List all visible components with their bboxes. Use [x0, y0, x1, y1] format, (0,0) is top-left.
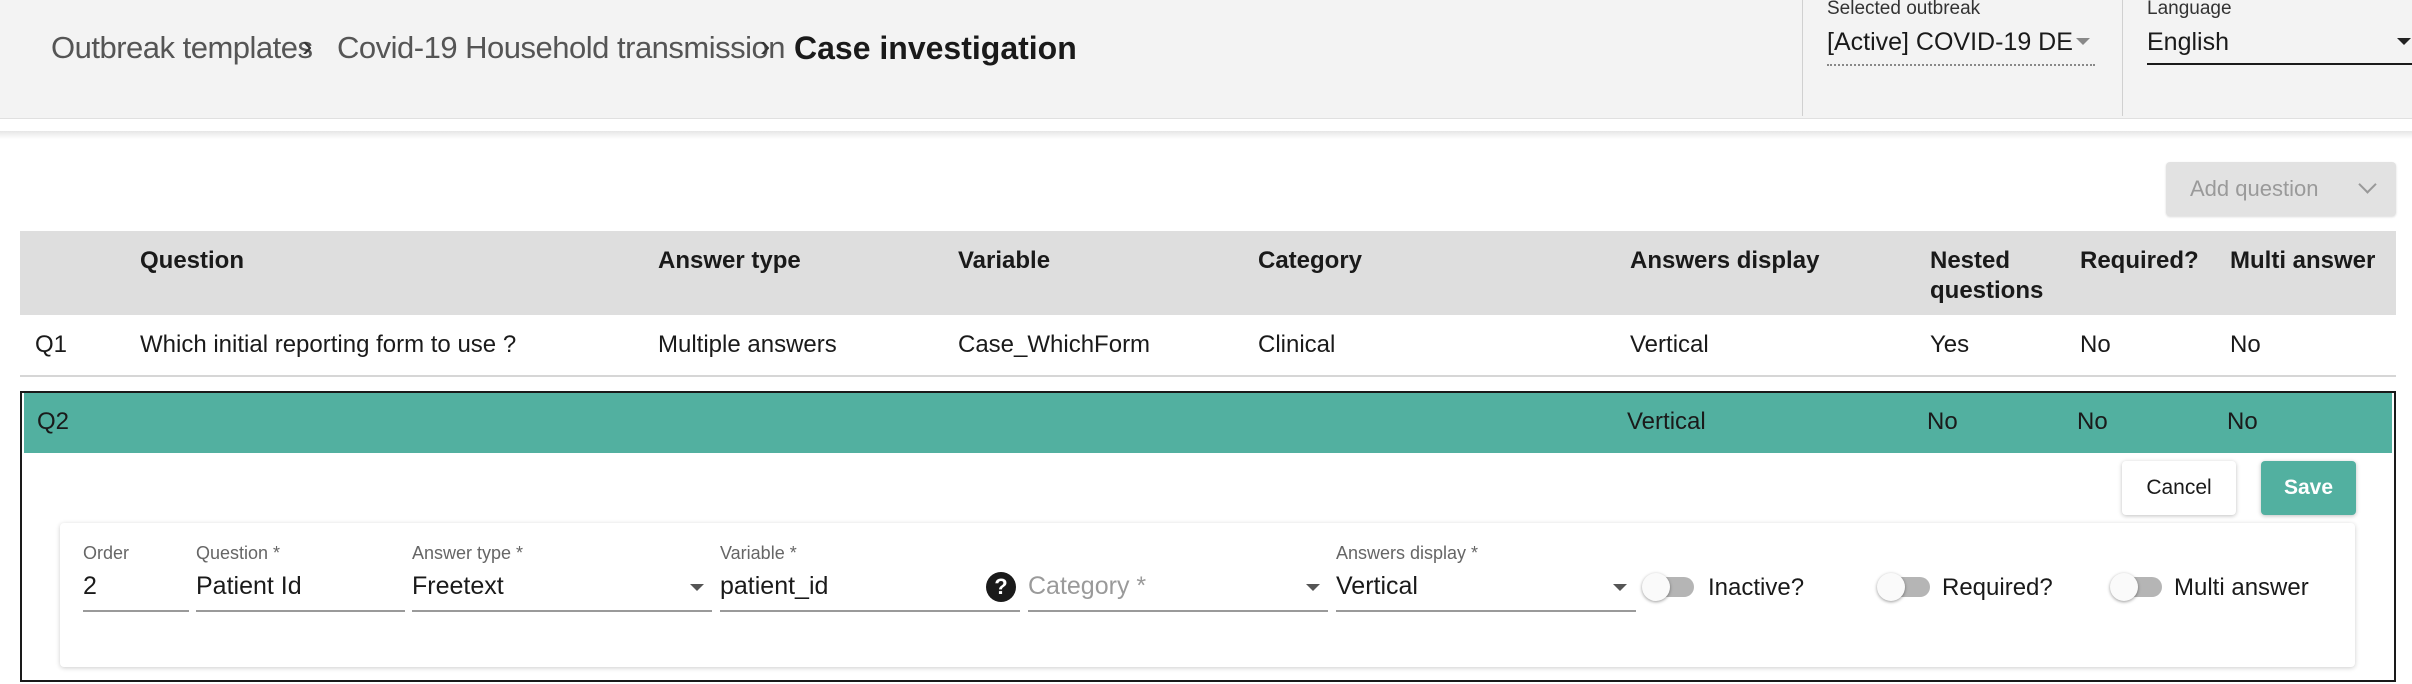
order-label: Order [83, 543, 130, 563]
variable-field[interactable]: patient_id [720, 572, 828, 601]
answers-display-label: Answers display * [1336, 543, 1479, 563]
category-underline [1028, 610, 1328, 612]
row-id: Q1 [35, 331, 68, 358]
add-question-button[interactable]: Add question [2166, 162, 2396, 216]
select-underline [2147, 63, 2412, 65]
header-answers-display[interactable]: Answers display [1630, 246, 1819, 276]
header-nested-line2: questions [1930, 277, 2044, 304]
variable-label: Variable * [720, 543, 797, 563]
select-underline [1827, 64, 2095, 66]
answer-type-underline [412, 610, 712, 612]
selected-outbreak-value: [Active] COVID-19 DEMO [1827, 28, 2072, 56]
header-nested-line1: Nested [1930, 247, 2011, 274]
row-answers-display: Vertical [1627, 408, 1706, 435]
row-variable: Case_WhichForm [958, 331, 1151, 358]
header-required[interactable]: Required? [2080, 246, 2199, 276]
page-title: Case investigation [794, 30, 1077, 66]
divider [2122, 0, 2123, 116]
question-field[interactable]: Patient Id [196, 572, 302, 601]
row-required: No [2080, 331, 2111, 358]
language-value: English [2147, 28, 2229, 56]
row-nested: No [1927, 408, 1958, 435]
table-row-selected[interactable]: Q2 Vertical No No No [24, 393, 2392, 453]
toggle-knob [1877, 573, 1905, 601]
chevron-down-icon [2397, 38, 2411, 45]
order-field[interactable]: 2 [83, 572, 97, 601]
question-label: Question * [196, 543, 281, 563]
table-row[interactable]: Q1 Which initial reporting form to use ?… [20, 315, 2396, 377]
header-answer-type[interactable]: Answer type [658, 246, 801, 276]
cancel-button[interactable]: Cancel [2122, 461, 2236, 515]
help-circle-icon[interactable]: ? [986, 572, 1016, 602]
top-bar: Outbreak templates › Covid-19 Household … [0, 0, 2412, 119]
row-category: Clinical [1258, 331, 1336, 358]
header-variable[interactable]: Variable [958, 246, 1050, 276]
header-shadow [0, 131, 2412, 139]
breadcrumb-separator-icon: › [302, 28, 313, 63]
category-placeholder: Category * [1028, 572, 1147, 600]
answer-type-value: Freetext [412, 572, 504, 600]
order-underline [83, 610, 189, 612]
answers-display-underline [1336, 610, 1636, 612]
divider [1802, 0, 1803, 116]
row-id: Q2 [37, 408, 70, 435]
table-header: Question Answer type Variable Category A… [20, 231, 2396, 315]
header-category[interactable]: Category [1258, 246, 1362, 276]
toggle-knob [2110, 573, 2138, 601]
row-required: No [2077, 408, 2108, 435]
row-multi-answer: No [2227, 408, 2258, 435]
header-nested-questions[interactable]: Nested questions [1930, 246, 2043, 306]
breadcrumb-separator-icon: › [760, 28, 771, 63]
required-label: Required? [1942, 574, 2053, 601]
answer-type-label: Answer type * [412, 543, 524, 563]
breadcrumb-outbreak-templates[interactable]: Outbreak templates [51, 30, 313, 66]
question-underline [196, 610, 405, 612]
add-question-label: Add question [2190, 176, 2319, 201]
row-answer-type: Multiple answers [658, 331, 837, 358]
row-multi-answer: No [2230, 331, 2261, 358]
chevron-down-icon [690, 584, 704, 591]
header-multi-answer[interactable]: Multi answer [2230, 246, 2375, 276]
inactive-label: Inactive? [1708, 574, 1805, 601]
row-question: Which initial reporting form to use ? [140, 331, 517, 358]
row-nested: Yes [1930, 331, 1970, 358]
chevron-down-icon [2076, 38, 2090, 45]
chevron-down-icon [2358, 175, 2377, 194]
row-answers-display: Vertical [1630, 331, 1709, 358]
toggle-knob [1642, 573, 1670, 601]
save-button[interactable]: Save [2261, 461, 2356, 515]
variable-underline [720, 610, 1020, 612]
chevron-down-icon [1613, 584, 1627, 591]
header-question[interactable]: Question [140, 246, 244, 276]
chevron-down-icon [1306, 584, 1320, 591]
breadcrumb-template[interactable]: Covid-19 Household transmission [337, 30, 786, 66]
language-label: Language [2147, 0, 2232, 19]
selected-outbreak-label: Selected outbreak [1827, 0, 1981, 19]
answers-display-value: Vertical [1336, 572, 1418, 600]
multi-answer-label: Multi answer [2174, 574, 2309, 601]
